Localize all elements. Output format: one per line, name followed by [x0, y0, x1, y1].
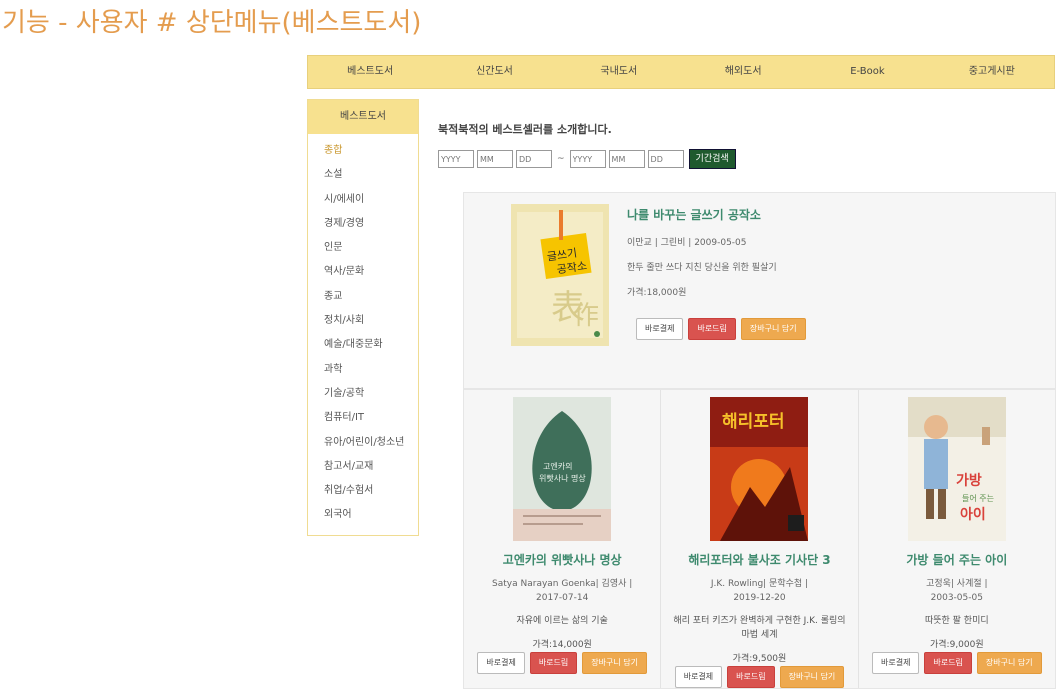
book-grid: 고엔카의 위빳사나 명상 고엔카의 위빳사나 명상 Satya Narayan … [463, 389, 1056, 689]
sidebar-item-history[interactable]: 역사/문화 [324, 263, 418, 287]
direct-pickup-button[interactable]: 바로드림 [529, 652, 578, 674]
book-card: 해리포터 해리포터와 불사조 기사단 3 J.K. Rowling| 문학수첩 … [661, 390, 859, 688]
direct-pickup-button[interactable]: 바로드림 [688, 318, 736, 340]
buy-now-button[interactable]: 바로결제 [872, 652, 920, 674]
sidebar-item-poetry-essay[interactable]: 시/에세이 [324, 191, 418, 215]
svg-text:해리포터: 해리포터 [722, 412, 785, 432]
book-card: 가방 들어 주는 아이 가방 들어 주는 아이 고정욱| 사계절 | 2003-0… [859, 390, 1055, 688]
book-desc: 해리 포터 키즈가 완벽하게 구현한 J.K. 롤링의 마법 세계 [673, 616, 846, 640]
direct-pickup-button[interactable]: 바로드림 [924, 652, 972, 674]
menu-ebook[interactable]: E-Book [805, 56, 929, 88]
sidebar-item-engineering[interactable]: 기술/공학 [324, 385, 418, 409]
menu-used-board[interactable]: 중고게시판 [930, 56, 1054, 88]
menu-new-books[interactable]: 신간도서 [432, 56, 556, 88]
from-day-input[interactable] [516, 150, 552, 168]
to-day-input[interactable] [647, 150, 684, 168]
sidebar-header: 베스트도서 [308, 100, 418, 134]
book-title[interactable]: 고엔카의 위빳사나 명상 [464, 551, 660, 568]
menu-domestic-books[interactable]: 국내도서 [557, 56, 681, 88]
svg-text:고엔카의: 고엔카의 [543, 461, 572, 471]
sidebar-item-humanities[interactable]: 인문 [324, 239, 418, 263]
book-meta: Satya Narayan Goenka| 김영사 | 2017-07-14 [492, 579, 633, 603]
featured-book: 表 作 글쓰기 공작소 나를 바꾸는 글쓰기 공작소 이만교 | 그린비 | 2… [463, 192, 1056, 389]
svg-text:가방: 가방 [956, 472, 982, 489]
featured-book-desc: 한두 줄만 쓰다 지친 당신을 위한 필살기 [627, 263, 777, 273]
page-title: 기능 - 사용자 # 상단메뉴(베스트도서) [2, 8, 422, 38]
sidebar-item-novel[interactable]: 소설 [324, 166, 418, 190]
sidebar-item-politics[interactable]: 정치/사회 [324, 312, 418, 336]
book-cover-image[interactable]: 고엔카의 위빳사나 명상 [513, 397, 612, 541]
sidebar-item-children[interactable]: 유아/어린이/청소년 [324, 434, 418, 458]
book-desc: 따뜻한 팔 한미디 [924, 616, 989, 626]
add-to-cart-button[interactable]: 장바구니 담기 [779, 666, 845, 688]
direct-pickup-button[interactable]: 바로드림 [727, 666, 775, 688]
sidebar-item-economy[interactable]: 경제/경영 [324, 215, 418, 239]
from-month-input[interactable] [477, 150, 513, 168]
book-meta: J.K. Rowling| 문학수첩 | 2019-12-20 [710, 579, 809, 603]
book-price: 가격:9,500원 [732, 654, 787, 664]
from-year-input[interactable] [438, 150, 474, 168]
range-separator: ~ [557, 154, 565, 164]
book-desc: 자유에 이르는 삶의 기술 [516, 616, 608, 626]
category-sidebar: 베스트도서 종합 소설 시/에세이 경제/경영 인문 역사/문화 종교 정치/사… [307, 99, 419, 536]
section-intro: 북적북적의 베스트셀러를 소개합니다. [438, 123, 612, 136]
add-to-cart-button[interactable]: 장바구니 담기 [582, 652, 647, 674]
book-title[interactable]: 해리포터와 불사조 기사단 3 [661, 551, 857, 568]
book-cover-image[interactable]: 表 作 글쓰기 공작소 [511, 204, 609, 346]
book-price: 가격:9,000원 [930, 640, 984, 650]
svg-text:아이: 아이 [960, 506, 986, 523]
menu-foreign-books[interactable]: 해외도서 [681, 56, 805, 88]
sidebar-item-exam[interactable]: 취업/수험서 [324, 482, 418, 506]
sidebar-item-arts[interactable]: 예술/대중문화 [324, 336, 418, 360]
sidebar-item-science[interactable]: 과학 [324, 361, 418, 385]
sidebar-item-general[interactable]: 종합 [324, 142, 418, 166]
book-price: 가격:14,000원 [532, 640, 592, 650]
featured-book-title[interactable]: 나를 바꾸는 글쓰기 공작소 [627, 206, 806, 223]
sidebar-item-foreign-language[interactable]: 외국어 [324, 506, 418, 530]
add-to-cart-button[interactable]: 장바구니 담기 [976, 652, 1042, 674]
svg-text:들어 주는: 들어 주는 [962, 493, 994, 503]
add-to-cart-button[interactable]: 장바구니 담기 [740, 318, 806, 340]
sidebar-item-reference[interactable]: 참고서/교재 [324, 458, 418, 482]
period-search-button[interactable]: 기간검색 [688, 149, 736, 169]
menu-bestseller[interactable]: 베스트도서 [308, 56, 432, 88]
buy-now-button[interactable]: 바로결제 [477, 652, 525, 674]
top-menu: 베스트도서 신간도서 국내도서 해외도서 E-Book 중고게시판 [307, 55, 1055, 89]
to-year-input[interactable] [569, 150, 606, 168]
featured-book-meta: 이만교 | 그린비 | 2009-05-05 [627, 238, 747, 248]
period-search: ~ 기간검색 [438, 149, 736, 169]
to-month-input[interactable] [608, 150, 645, 168]
sidebar-item-religion[interactable]: 종교 [324, 288, 418, 312]
buy-now-button[interactable]: 바로결제 [674, 666, 723, 688]
featured-book-price: 가격:18,000원 [627, 288, 687, 298]
svg-text:作: 作 [573, 301, 599, 331]
book-cover-image[interactable]: 가방 들어 주는 아이 [907, 397, 1006, 541]
svg-text:위빳사나 명상: 위빳사나 명상 [539, 473, 586, 483]
book-cover-image[interactable]: 해리포터 [710, 397, 809, 541]
buy-now-button[interactable]: 바로결제 [636, 318, 684, 340]
book-card: 고엔카의 위빳사나 명상 고엔카의 위빳사나 명상 Satya Narayan … [464, 390, 662, 688]
sidebar-item-computer[interactable]: 컴퓨터/IT [324, 409, 418, 433]
book-meta: 고정욱| 사계절 | 2003-05-05 [926, 579, 988, 603]
book-title[interactable]: 가방 들어 주는 아이 [859, 551, 1055, 568]
